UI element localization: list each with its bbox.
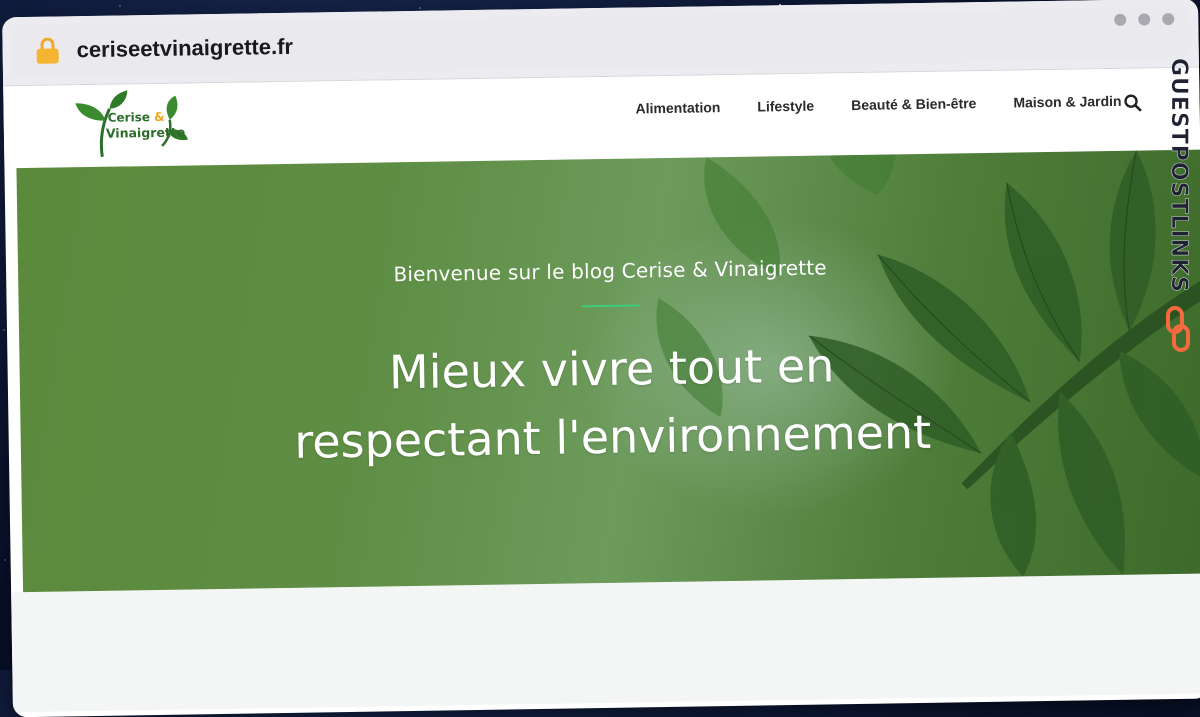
hero-banner: Bienvenue sur le blog Cerise & Vinaigret…: [16, 149, 1200, 593]
lock-icon: [36, 37, 59, 64]
nav-item-lifestyle[interactable]: Lifestyle: [757, 98, 814, 115]
hero-divider: [581, 304, 640, 308]
chain-link-icon: [1166, 306, 1190, 352]
search-icon[interactable]: [1123, 94, 1142, 112]
url-text[interactable]: ceriseetvinaigrette.fr: [76, 34, 293, 63]
hero-title-line-1: Mieux vivre tout en: [388, 338, 835, 400]
watermark-text: GUESTPOSTLINKS: [1166, 58, 1191, 293]
browser-window: ceriseetvinaigrette.fr Cerise & Vinaigre…: [2, 0, 1200, 717]
window-dot[interactable]: [1162, 12, 1175, 26]
nav-item-maison-jardin[interactable]: Maison & Jardin: [1013, 93, 1121, 111]
nav-item-beaute-bien-etre[interactable]: Beauté & Bien-être: [851, 95, 977, 113]
window-dot[interactable]: [1138, 13, 1151, 26]
window-controls: [1114, 12, 1175, 26]
address-bar[interactable]: ceriseetvinaigrette.fr: [10, 6, 1191, 78]
hero-title: Mieux vivre tout en respectant l'environ…: [19, 326, 1200, 481]
guestpostlinks-watermark: GUESTPOSTLINKS: [1162, 58, 1194, 358]
page-content-area: [11, 573, 1200, 713]
hero-content: Bienvenue sur le blog Cerise & Vinaigret…: [18, 250, 1200, 481]
hero-title-line-2: respectant l'environnement: [293, 404, 932, 469]
main-nav: Alimentation Lifestyle Beauté & Bien-êtr…: [635, 93, 1121, 117]
site-logo[interactable]: Cerise & Vinaigrette: [71, 89, 190, 161]
window-dot[interactable]: [1114, 13, 1127, 26]
logo-wordmark: Cerise & Vinaigrette: [105, 109, 186, 141]
nav-item-alimentation[interactable]: Alimentation: [635, 99, 720, 116]
